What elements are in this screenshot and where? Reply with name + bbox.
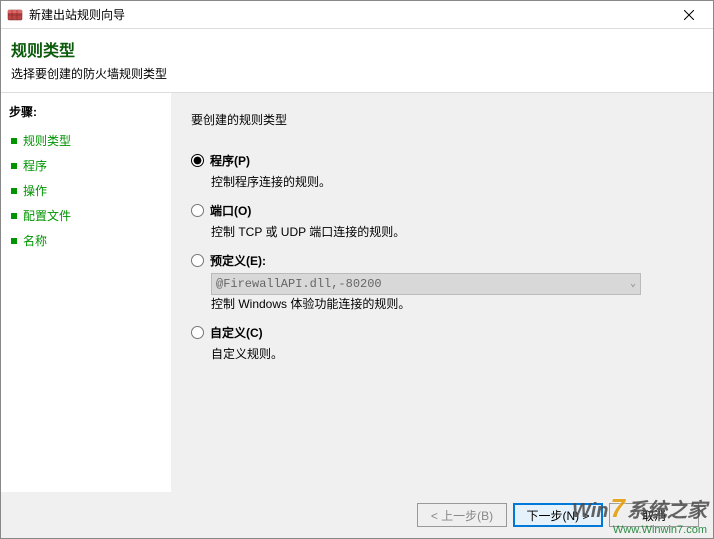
step-action[interactable]: 操作 xyxy=(9,178,163,203)
option-program: 程序(P) 控制程序连接的规则。 xyxy=(191,152,693,190)
chevron-down-icon: ⌄ xyxy=(630,278,636,290)
steps-sidebar: 步骤: 规则类型 程序 操作 配置文件 名称 xyxy=(1,93,171,492)
bullet-icon xyxy=(11,163,17,169)
bullet-icon xyxy=(11,238,17,244)
page-subtitle: 选择要创建的防火墙规则类型 xyxy=(11,65,703,82)
close-button[interactable] xyxy=(669,1,709,29)
option-predefined: 预定义(E): @FirewallAPI.dll,-80200 ⌄ 控制 Win… xyxy=(191,252,693,312)
window-title: 新建出站规则向导 xyxy=(29,6,669,23)
main-panel: 要创建的规则类型 程序(P) 控制程序连接的规则。 端口(O) 控制 TCP 或… xyxy=(171,93,713,492)
radio-predefined[interactable] xyxy=(191,254,204,267)
step-profile[interactable]: 配置文件 xyxy=(9,203,163,228)
radio-program[interactable] xyxy=(191,154,204,167)
step-label: 操作 xyxy=(23,182,47,199)
bullet-icon xyxy=(11,138,17,144)
step-rule-type[interactable]: 规则类型 xyxy=(9,128,163,153)
port-desc: 控制 TCP 或 UDP 端口连接的规则。 xyxy=(211,223,693,240)
cancel-button[interactable]: 取消 xyxy=(609,503,699,527)
step-program[interactable]: 程序 xyxy=(9,153,163,178)
wizard-window: 新建出站规则向导 规则类型 选择要创建的防火墙规则类型 步骤: 规则类型 程序 xyxy=(0,0,714,539)
bullet-icon xyxy=(11,188,17,194)
step-label: 名称 xyxy=(23,232,47,249)
titlebar: 新建出站规则向导 xyxy=(1,1,713,29)
radio-port[interactable] xyxy=(191,204,204,217)
next-button[interactable]: 下一步(N) > xyxy=(513,503,603,527)
step-label: 规则类型 xyxy=(23,132,71,149)
predefined-select-text: @FirewallAPI.dll,-80200 xyxy=(216,277,382,291)
page-title: 规则类型 xyxy=(11,37,703,61)
custom-desc: 自定义规则。 xyxy=(211,345,693,362)
predefined-desc: 控制 Windows 体验功能连接的规则。 xyxy=(211,295,693,312)
bullet-icon xyxy=(11,213,17,219)
radio-program-label[interactable]: 程序(P) xyxy=(210,152,250,169)
option-custom: 自定义(C) 自定义规则。 xyxy=(191,324,693,362)
wizard-footer: < 上一步(B) 下一步(N) > 取消 xyxy=(1,492,713,538)
firewall-icon xyxy=(7,7,23,23)
steps-label: 步骤: xyxy=(9,103,163,120)
program-desc: 控制程序连接的规则。 xyxy=(211,173,693,190)
close-icon xyxy=(684,10,694,20)
radio-port-label[interactable]: 端口(O) xyxy=(210,202,251,219)
radio-custom[interactable] xyxy=(191,326,204,339)
wizard-body: 步骤: 规则类型 程序 操作 配置文件 名称 要创建的规 xyxy=(1,93,713,492)
predefined-select: @FirewallAPI.dll,-80200 ⌄ xyxy=(211,273,641,295)
back-button[interactable]: < 上一步(B) xyxy=(417,503,507,527)
question-text: 要创建的规则类型 xyxy=(191,111,693,128)
step-label: 配置文件 xyxy=(23,207,71,224)
step-name[interactable]: 名称 xyxy=(9,228,163,253)
radio-custom-label[interactable]: 自定义(C) xyxy=(210,324,263,341)
radio-predefined-label[interactable]: 预定义(E): xyxy=(210,252,266,269)
wizard-header: 规则类型 选择要创建的防火墙规则类型 xyxy=(1,29,713,93)
option-port: 端口(O) 控制 TCP 或 UDP 端口连接的规则。 xyxy=(191,202,693,240)
step-label: 程序 xyxy=(23,157,47,174)
